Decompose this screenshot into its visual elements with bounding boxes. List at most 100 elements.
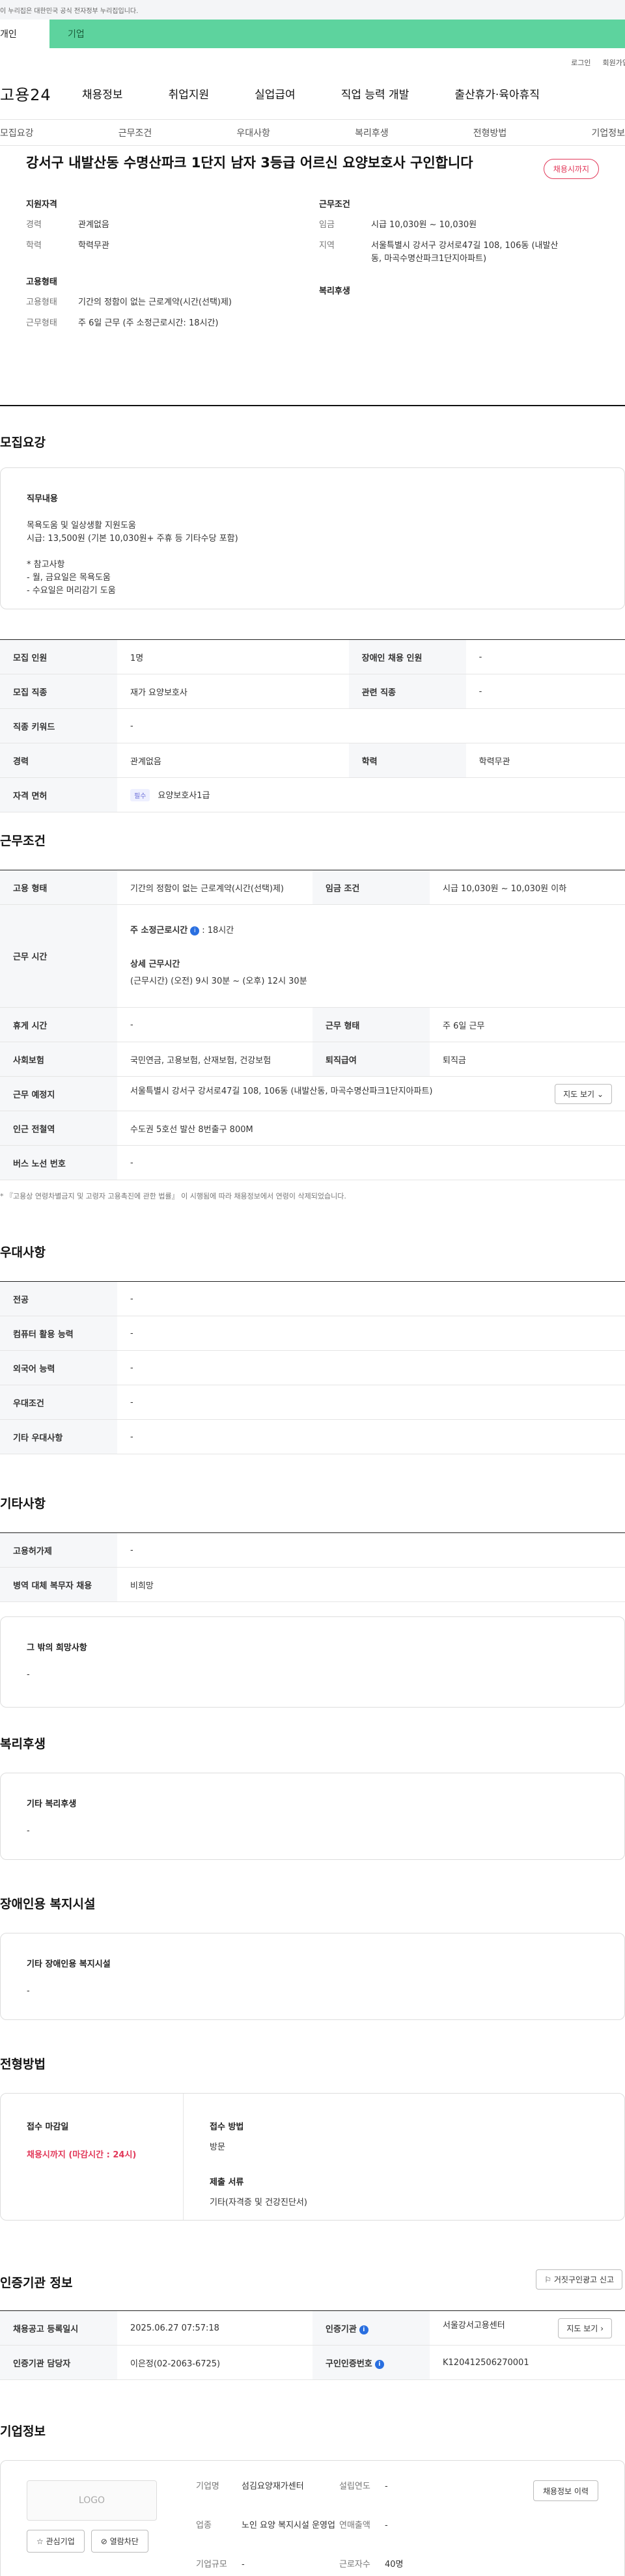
table-cell: 재가 요양보호사	[117, 674, 349, 709]
corp-label: 연매출액	[339, 2521, 370, 2530]
hours-detail: (근무시간) (오전) 9시 30분 ~ (오후) 12시 30분	[130, 976, 307, 986]
method-col: 접수 방법 방문 제출 서류 기타(자격증 및 건강진단서)	[183, 2094, 624, 2220]
pref-table: 전공 - 컴퓨터 활용 능력 - 외국어 능력 - 우대조건 - 기타 우대사항 -	[0, 1281, 625, 1454]
place-value: 서울특별시 강서구 강서로47길 108, 106동 (내발산동, 마곡수명산파…	[130, 1086, 433, 1096]
table-cell: 수도권 5호선 발산 8번출구 800M	[117, 1111, 625, 1146]
gnb-menu-leave[interactable]: 출산휴가·육아휴직	[454, 85, 540, 102]
corp-section: 기업정보 LOGO ☆ 관심기업 ⊘ 열람차단 기업명 섬김요양재가센터 설립연도…	[0, 2422, 625, 2576]
corp-box: LOGO ☆ 관심기업 ⊘ 열람차단 기업명 섬김요양재가센터 설립연도 - 업종 노…	[0, 2460, 625, 2576]
welfare-box: 기타 복리후생 -	[0, 1773, 625, 1860]
hope-title: 그 밖의 희망사항	[27, 1643, 87, 1653]
duty-body: 목욕도움 및 일상생활 지원도움 시급: 13,500원 (기본 10,030원…	[27, 521, 238, 596]
section-anchor-nav: 모집요강 근무조건 우대사항 복리후생 전형방법 기업정보	[0, 120, 625, 146]
job-summary: 강서구 내발산동 수명산파크 1단지 남자 3등급 어르신 요양보호사 구인합니…	[0, 146, 625, 406]
doc-label: 제출 서류	[210, 2178, 244, 2187]
table-header: 기타 우대사항	[0, 1419, 117, 1454]
org-label: 인증기관	[326, 2324, 357, 2334]
recruit-section: 모집요강 직무내용 목욕도움 및 일상생활 지원도움 시급: 13,500원 (…	[0, 433, 625, 812]
kv-label: 근무형태	[26, 318, 57, 328]
table-header: 사회보험	[0, 1042, 117, 1077]
section-title: 전형방법	[0, 2057, 46, 2071]
table-header: 직종 키워드	[0, 708, 117, 743]
table-header: 근무 형태	[312, 1007, 430, 1042]
anchor-work[interactable]: 근무조건	[118, 126, 152, 139]
info-icon[interactable]: i	[374, 2359, 384, 2369]
anchor-welfare[interactable]: 복리후생	[355, 126, 389, 139]
kv-label: 경력	[26, 220, 42, 230]
table-header: 채용공고 등록일시	[0, 2310, 117, 2346]
welfare-section: 복리후생 기타 복리후생 -	[0, 1734, 625, 1860]
table-cell: 1명	[117, 639, 349, 674]
section-title: 모집요강	[0, 436, 46, 450]
info-icon[interactable]: i	[190, 926, 200, 935]
disabled-box-value: -	[27, 1986, 30, 1996]
kv-value: 기간의 정함이 없는 근로계약(시간(선택)제)	[78, 298, 232, 307]
history-button[interactable]: 채용정보 이력	[533, 2480, 598, 2501]
gnb-menu-unemployment[interactable]: 실업급여	[255, 85, 296, 102]
table-header: 학력	[348, 743, 466, 778]
table-cell: 관계없음	[117, 743, 349, 778]
table-cell: 비희망	[117, 1567, 625, 1602]
kv-value: 시급 10,030원 ~ 10,030원	[371, 220, 477, 230]
table-header: 구인인증번호 i	[312, 2345, 430, 2380]
tab-person[interactable]: 개인	[0, 20, 49, 48]
disabled-box-title: 기타 장애인용 복지시설	[27, 1960, 111, 1969]
table-cell: 학력무관	[465, 743, 625, 778]
table-cell: -	[117, 708, 625, 743]
join-link[interactable]: 회원가입	[603, 57, 625, 68]
anchor-select[interactable]: 전형방법	[473, 126, 507, 139]
table-header: 컴퓨터 활용 능력	[0, 1316, 117, 1351]
table-cell: 주 6일 근무	[430, 1007, 625, 1042]
welfare-box-title: 기타 복리후생	[27, 1799, 77, 1809]
map-button[interactable]: 지도 보기 ⌄	[555, 1083, 612, 1104]
section-title: 우대사항	[0, 1245, 46, 1260]
corp-value: -	[385, 2482, 388, 2491]
login-link[interactable]: 로그인	[571, 57, 590, 68]
table-cell: -	[465, 639, 625, 674]
table-cell: -	[117, 1145, 625, 1180]
table-row: 직종 키워드 -	[0, 708, 625, 743]
site-logo[interactable]: 고용24	[0, 82, 78, 105]
table-header: 병역 대체 복무자 채용	[0, 1567, 117, 1602]
gnb-menu-jobs[interactable]: 채용정보	[82, 85, 123, 102]
recruit-table: 모집 인원 1명 장애인 채용 인원 - 모집 직종 재가 요양보호사 관련 직종 - 직종…	[0, 639, 625, 812]
report-button[interactable]: ⚐ 거짓구인광고 신고	[536, 2269, 622, 2290]
gnb-menu-training[interactable]: 직업 능력 개발	[341, 85, 410, 102]
map-button[interactable]: 지도 보기 ›	[558, 2318, 612, 2338]
table-header: 관련 직종	[348, 674, 466, 709]
table-cell: 서울특별시 강서구 강서로47길 108, 106동 (내발산동, 마곡수명산파…	[117, 1076, 625, 1111]
table-row: 인근 전철역 수도권 5호선 발산 8번출구 800M	[0, 1111, 625, 1146]
section-title: 장애인용 복지시설	[0, 1897, 96, 1911]
summary-heading: 복리후생	[319, 286, 350, 296]
kv-value: 학력무관	[78, 241, 109, 251]
corp-label: 업종	[196, 2521, 212, 2530]
anchor-recruit[interactable]: 모집요강	[0, 126, 34, 139]
table-row: 근무 예정지 서울특별시 강서구 강서로47길 108, 106동 (내발산동, …	[0, 1076, 625, 1111]
fav-button[interactable]: ☆ 관심기업	[27, 2530, 85, 2553]
anchor-pref[interactable]: 우대사항	[236, 126, 270, 139]
section-title: 기타사항	[0, 1497, 46, 1511]
table-cell: -	[117, 1316, 625, 1351]
table-row: 채용공고 등록일시 2025.06.27 07:57:18 인증기관 i 서울강서고용센…	[0, 2310, 625, 2346]
status-badge: 채용시까지	[543, 159, 599, 179]
disabled-section: 장애인용 복지시설 기타 장애인용 복지시설 -	[0, 1894, 625, 2020]
gnb-menu-support[interactable]: 취업지원	[169, 85, 210, 102]
hours-value: : 18시간	[202, 925, 234, 935]
tab-company[interactable]: 기업	[49, 20, 625, 48]
select-section: 전형방법 접수 마감일 채용시까지 (마감시간 : 24시) 접수 방법 방문 …	[0, 2055, 625, 2221]
corp-label: 근로자수	[339, 2560, 370, 2569]
table-cell: K120412506270001	[430, 2345, 625, 2380]
info-icon[interactable]: i	[359, 2325, 368, 2334]
kv-label: 지역	[319, 241, 335, 251]
table-header: 모집 인원	[0, 639, 117, 674]
table-cell: -	[117, 1350, 625, 1385]
block-button[interactable]: ⊘ 열람차단	[90, 2530, 148, 2553]
table-header: 우대조건	[0, 1385, 117, 1420]
disabled-box: 기타 장애인용 복지시설 -	[0, 1933, 625, 2020]
anchor-corp[interactable]: 기업정보	[591, 126, 625, 139]
star-icon: ☆	[36, 2537, 44, 2546]
block-icon: ⊘	[100, 2537, 107, 2546]
section-title: 복리후생	[0, 1737, 46, 1751]
table-cell: 퇴직금	[430, 1042, 625, 1077]
cert-table: 채용공고 등록일시 2025.06.27 07:57:18 인증기관 i 서울강서고용센…	[0, 2310, 625, 2380]
